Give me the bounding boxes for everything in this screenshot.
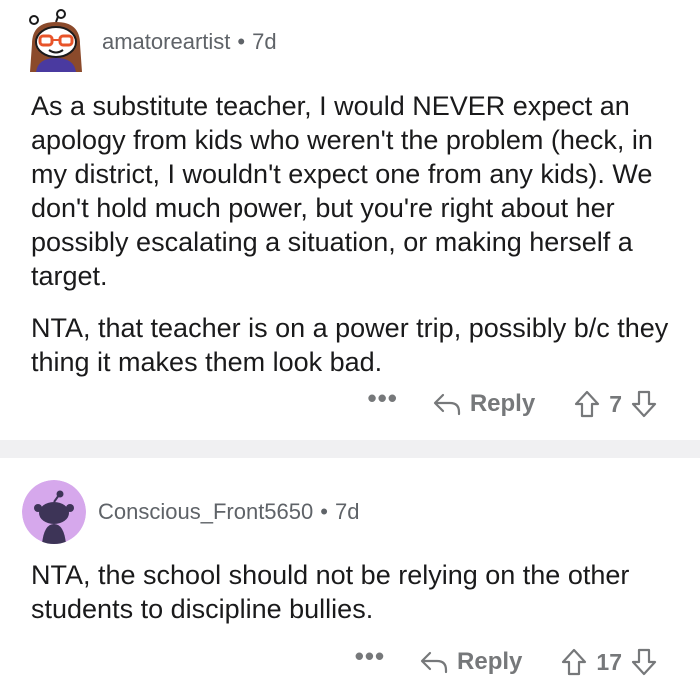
comment-actions: ••• Reply 17 — [355, 643, 658, 676]
avatar[interactable] — [22, 480, 86, 544]
separator-dot: • — [320, 499, 328, 524]
timestamp: 7d — [334, 499, 360, 524]
upvote-icon[interactable] — [573, 390, 601, 418]
reply-label: Reply — [457, 648, 523, 675]
upvote-icon[interactable] — [560, 648, 588, 676]
more-icon[interactable]: ••• — [355, 643, 385, 673]
reply-button[interactable]: Reply — [419, 648, 522, 676]
comment-divider — [0, 440, 700, 458]
comment-paragraph: As a substitute teacher, I would NEVER e… — [31, 91, 653, 291]
comment-paragraph: NTA, that teacher is on a power trip, po… — [31, 313, 669, 377]
comment: amatoreartist • 7d As a substitute teach… — [0, 0, 700, 440]
username[interactable]: amatoreartist — [102, 29, 230, 55]
comment-paragraph: NTA, the school should not be relying on… — [31, 560, 630, 624]
vote-controls: 7 — [573, 390, 658, 418]
comment-body: NTA, the school should not be relying on… — [31, 558, 671, 626]
reply-button[interactable]: Reply — [432, 390, 535, 418]
timestamp: 7d — [252, 29, 277, 54]
comment-header: amatoreartist • 7d — [22, 8, 277, 76]
more-icon[interactable]: ••• — [368, 385, 398, 415]
vote-controls: 17 — [560, 648, 658, 676]
username[interactable]: Conscious_Front5650 — [98, 499, 313, 525]
reply-arrow-icon — [433, 393, 460, 416]
vote-score: 17 — [596, 648, 622, 675]
comment: Conscious_Front5650 • 7d NTA, the school… — [0, 458, 700, 678]
downvote-icon[interactable] — [630, 648, 658, 676]
comment-header: Conscious_Front5650 • 7d — [22, 480, 359, 544]
vote-score: 7 — [609, 390, 622, 417]
downvote-icon[interactable] — [630, 390, 658, 418]
comment-actions: ••• Reply 7 — [368, 385, 658, 418]
avatar[interactable] — [22, 8, 90, 76]
reply-label: Reply — [469, 390, 536, 417]
separator-dot: • — [237, 29, 246, 54]
comment-body: As a substitute teacher, I would NEVER e… — [31, 89, 671, 379]
reply-arrow-icon — [420, 651, 448, 674]
